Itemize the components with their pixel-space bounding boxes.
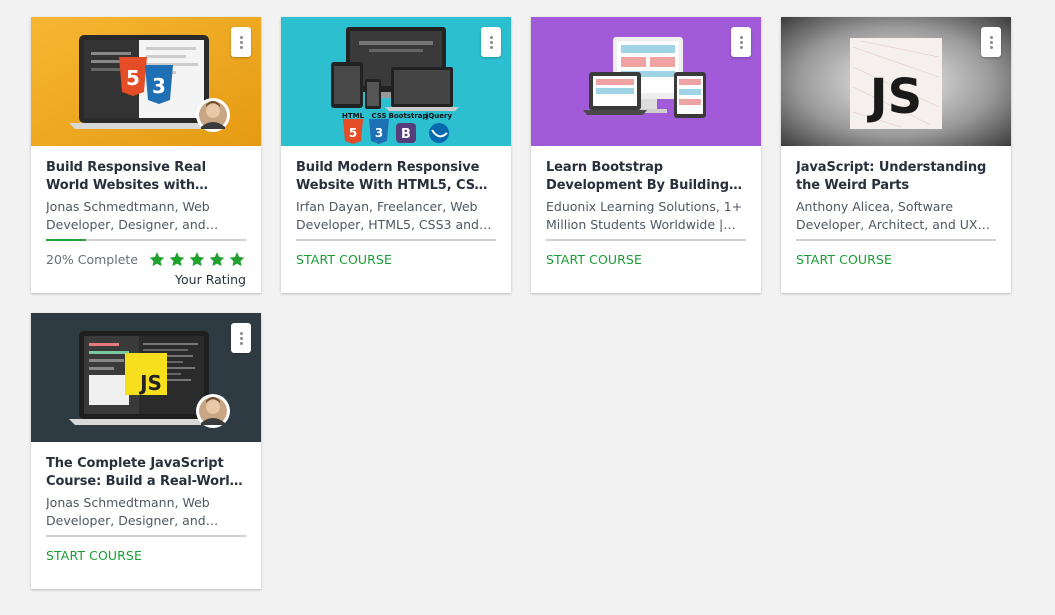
course-instructor: Anthony Alicea, Software Developer, Arch… — [796, 199, 978, 232]
star-icon[interactable] — [148, 251, 166, 268]
course-thumbnail-image: 5 3 — [31, 17, 261, 146]
kebab-menu-icon — [489, 35, 493, 49]
star-icon[interactable] — [188, 251, 206, 268]
kebab-menu-icon — [739, 35, 743, 49]
course-menu-button[interactable] — [481, 27, 501, 57]
kebab-menu-icon — [989, 35, 993, 49]
course-instructor: Jonas Schmedtmann, Web Developer, Design… — [46, 199, 210, 232]
course-menu-button[interactable] — [731, 27, 751, 57]
course-thumbnail[interactable]: JS — [31, 313, 261, 442]
js-badge-text: JS — [138, 371, 162, 395]
start-course-link[interactable]: START COURSE — [796, 252, 892, 267]
course-grid: 5 3 Build Responsive Real World Websites… — [0, 0, 1055, 615]
css3-logo-text: 3 — [152, 74, 166, 98]
course-thumbnail-image: JS — [31, 313, 261, 442]
course-thumbnail[interactable]: 5 3 — [31, 17, 261, 146]
course-title[interactable]: Learn Bootstrap Development By Building … — [546, 159, 746, 195]
course-card[interactable]: JS JavaScript: Understanding the Weird P… — [781, 17, 1011, 293]
css-label: CSS — [371, 112, 386, 120]
course-title[interactable]: Build Responsive Real World Websites wit… — [46, 159, 246, 195]
rating-stars[interactable] — [148, 251, 246, 268]
course-card[interactable]: Learn Bootstrap Development By Building … — [531, 17, 761, 293]
course-thumbnail[interactable]: 5 HTML 3 CSS B Bootstrap jQuery — [281, 17, 511, 146]
course-card[interactable]: 5 3 Build Responsive Real World Websites… — [31, 17, 261, 293]
course-card[interactable]: 5 HTML 3 CSS B Bootstrap jQuery Build Mo… — [281, 17, 511, 293]
course-thumbnail[interactable] — [531, 17, 761, 146]
course-title[interactable]: Build Modern Responsive Website With HTM… — [296, 159, 496, 195]
star-icon[interactable] — [228, 251, 246, 268]
course-instructor: Irfan Dayan, Freelancer, Web Developer, … — [296, 199, 479, 232]
course-instructor: Eduonix Learning Solutions, 1+ Million S… — [546, 199, 743, 232]
course-thumbnail-image: 5 HTML 3 CSS B Bootstrap jQuery — [281, 17, 511, 146]
kebab-menu-icon — [239, 35, 243, 49]
svg-text:B: B — [401, 127, 411, 142]
progress-bar — [46, 239, 246, 241]
progress-bar — [546, 239, 746, 241]
course-menu-button[interactable] — [231, 323, 251, 353]
course-title[interactable]: JavaScript: Understanding the Weird Part… — [796, 159, 996, 195]
start-course-link[interactable]: START COURSE — [46, 548, 142, 563]
course-menu-button[interactable] — [231, 27, 251, 57]
progress-bar-fill — [46, 239, 86, 241]
course-menu-button[interactable] — [981, 27, 1001, 57]
progress-bar — [296, 239, 496, 241]
your-rating-label: Your Rating — [175, 272, 246, 287]
course-thumbnail[interactable]: JS — [781, 17, 1011, 146]
course-instructor: Jonas Schmedtmann, Web Developer, Design… — [46, 495, 210, 528]
course-title[interactable]: The Complete JavaScript Course: Build a … — [46, 455, 246, 491]
start-course-link[interactable]: START COURSE — [546, 252, 642, 267]
course-thumbnail-image — [531, 17, 761, 146]
html5-logo-text: 5 — [126, 66, 140, 90]
progress-bar — [796, 239, 996, 241]
progress-label: 20% Complete — [46, 252, 138, 267]
star-icon[interactable] — [208, 251, 226, 268]
progress-bar — [46, 535, 246, 537]
star-icon[interactable] — [168, 251, 186, 268]
js-logo-text: JS — [867, 69, 922, 125]
bootstrap-label: Bootstrap — [389, 112, 428, 120]
svg-text:3: 3 — [375, 126, 383, 140]
start-course-link[interactable]: START COURSE — [296, 252, 392, 267]
svg-text:5: 5 — [349, 126, 357, 140]
html-label: HTML — [342, 112, 365, 120]
course-card[interactable]: JS The Complete JavaScript Course: Build… — [31, 313, 261, 589]
kebab-menu-icon — [239, 331, 243, 345]
course-thumbnail-image: JS — [781, 17, 1011, 146]
jquery-label: jQuery — [425, 112, 453, 120]
